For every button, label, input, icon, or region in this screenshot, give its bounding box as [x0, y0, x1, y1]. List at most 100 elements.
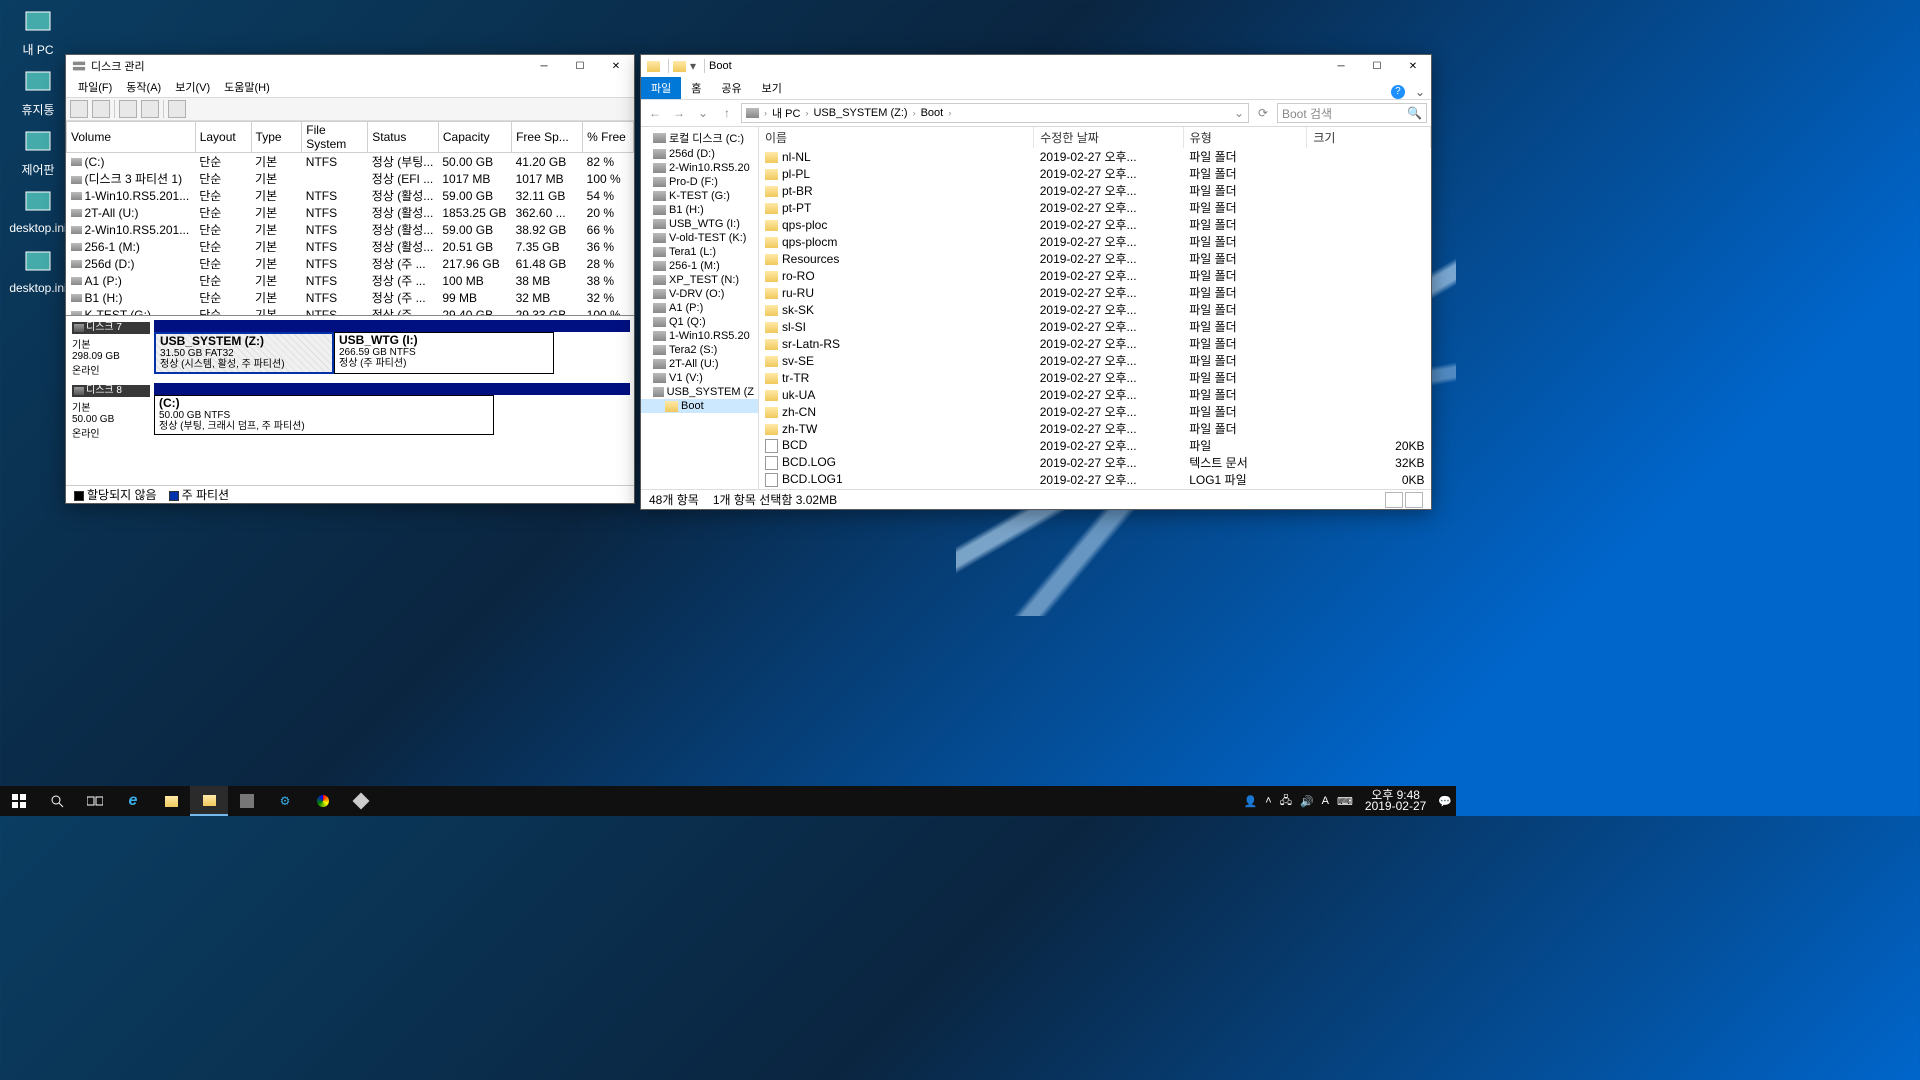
volume-row[interactable]: (디스크 3 파티션 1)단순기본정상 (EFI ...1017 MB1017 …: [67, 170, 634, 187]
disk-graphic-panel[interactable]: 디스크 7기본298.09 GB온라인USB_SYSTEM (Z:)31.50 …: [66, 315, 634, 485]
ribbon-expand-icon[interactable]: ⌄: [1409, 85, 1431, 99]
column-header[interactable]: Status: [368, 122, 439, 153]
tree-item[interactable]: 2T-All (U:): [641, 357, 758, 371]
minimize-button[interactable]: ─: [526, 55, 562, 77]
disk-row[interactable]: 디스크 8기본50.00 GB온라인(C:)50.00 GB NTFS정상 (부…: [70, 383, 630, 442]
file-row[interactable]: pl-PL2019-02-27 오후...파일 폴더: [759, 165, 1431, 182]
help-icon[interactable]: ?: [1391, 85, 1405, 99]
file-row[interactable]: tr-TR2019-02-27 오후...파일 폴더: [759, 369, 1431, 386]
tree-item[interactable]: Pro-D (F:): [641, 175, 758, 189]
partition[interactable]: USB_WTG (I:)266.59 GB NTFS정상 (주 파티션): [334, 332, 554, 374]
maximize-button[interactable]: ☐: [562, 55, 598, 77]
tree-item[interactable]: A1 (P:): [641, 301, 758, 315]
maximize-button[interactable]: ☐: [1359, 55, 1395, 77]
column-header[interactable]: Type: [251, 122, 302, 153]
volume-list[interactable]: VolumeLayoutTypeFile SystemStatusCapacit…: [66, 121, 634, 315]
desktop-icon-0[interactable]: 내 PC: [8, 6, 68, 58]
column-header[interactable]: Layout: [195, 122, 251, 153]
column-header[interactable]: % Free: [583, 122, 634, 153]
desktop-icon-1[interactable]: 휴지통: [8, 66, 68, 118]
column-header[interactable]: 이름: [759, 127, 1034, 148]
file-row[interactable]: uk-UA2019-02-27 오후...파일 폴더: [759, 386, 1431, 403]
ime-icon[interactable]: ⌨: [1333, 795, 1357, 808]
volume-row[interactable]: 2T-All (U:)단순기본NTFS정상 (활성...1853.25 GB36…: [67, 204, 634, 221]
menu-item[interactable]: 도움말(H): [218, 77, 276, 97]
column-header[interactable]: Free Sp...: [512, 122, 583, 153]
file-row[interactable]: qps-ploc2019-02-27 오후...파일 폴더: [759, 216, 1431, 233]
menu-item[interactable]: 보기(V): [169, 77, 216, 97]
nav-forward-button[interactable]: →: [669, 103, 689, 123]
tree-item-selected[interactable]: Boot: [641, 399, 758, 413]
menu-item[interactable]: 동작(A): [120, 77, 167, 97]
volume-row[interactable]: B1 (H:)단순기본NTFS정상 (주 ...99 MB32 MB32 %: [67, 289, 634, 306]
close-button[interactable]: ✕: [598, 55, 634, 77]
tree-item[interactable]: 1-Win10.RS5.20: [641, 329, 758, 343]
file-row[interactable]: sr-Latn-RS2019-02-27 오후...파일 폴더: [759, 335, 1431, 352]
tree-item[interactable]: Q1 (Q:): [641, 315, 758, 329]
titlebar[interactable]: 디스크 관리 ─ ☐ ✕: [66, 55, 634, 77]
file-list[interactable]: 이름수정한 날짜유형크기 nl-NL2019-02-27 오후...파일 폴더p…: [759, 127, 1431, 489]
close-button[interactable]: ✕: [1395, 55, 1431, 77]
file-row[interactable]: pt-BR2019-02-27 오후...파일 폴더: [759, 182, 1431, 199]
tree-item[interactable]: V-DRV (O:): [641, 287, 758, 301]
file-row[interactable]: sv-SE2019-02-27 오후...파일 폴더: [759, 352, 1431, 369]
start-button[interactable]: [0, 786, 38, 816]
file-row[interactable]: sl-SI2019-02-27 오후...파일 폴더: [759, 318, 1431, 335]
breadcrumb-segment[interactable]: 내 PC: [772, 105, 800, 121]
desktop-icon-2[interactable]: 제어판: [8, 126, 68, 178]
explorer-active-button[interactable]: [190, 786, 228, 816]
people-icon[interactable]: 👤: [1240, 795, 1262, 808]
tree-item[interactable]: V1 (V:): [641, 371, 758, 385]
volume-row[interactable]: (C:)단순기본NTFS정상 (부팅...50.00 GB41.20 GB82 …: [67, 153, 634, 171]
menu-item[interactable]: 파일(F): [72, 77, 118, 97]
partition[interactable]: (C:)50.00 GB NTFS정상 (부팅, 크래시 덤프, 주 파티션): [154, 395, 494, 435]
partition[interactable]: USB_SYSTEM (Z:)31.50 GB FAT32정상 (시스템, 활성…: [154, 332, 334, 374]
tree-item[interactable]: B1 (H:): [641, 203, 758, 217]
volume-row[interactable]: 2-Win10.RS5.201...단순기본NTFS정상 (활성...59.00…: [67, 221, 634, 238]
breadcrumb-segment[interactable]: USB_SYSTEM (Z:): [813, 107, 907, 119]
tree-item[interactable]: USB_WTG (I:): [641, 217, 758, 231]
volume-row[interactable]: 256-1 (M:)단순기본NTFS정상 (활성...20.51 GB7.35 …: [67, 238, 634, 255]
column-header[interactable]: 유형: [1183, 127, 1307, 148]
app-button-3[interactable]: [342, 786, 380, 816]
ie-button[interactable]: e: [114, 786, 152, 816]
tray-overflow-icon[interactable]: ˄: [1261, 795, 1275, 807]
address-dropdown-icon[interactable]: ⌄: [1234, 106, 1244, 120]
tree-item[interactable]: 2-Win10.RS5.20: [641, 161, 758, 175]
search-button[interactable]: [38, 786, 76, 816]
tree-item[interactable]: 256-1 (M:): [641, 259, 758, 273]
properties-button[interactable]: [141, 100, 159, 118]
tree-item[interactable]: XP_TEST (N:): [641, 273, 758, 287]
settings-button[interactable]: ⚙: [266, 786, 304, 816]
volume-row[interactable]: 1-Win10.RS5.201...단순기본NTFS정상 (활성...59.00…: [67, 187, 634, 204]
volume-row[interactable]: 256d (D:)단순기본NTFS정상 (주 ...217.96 GB61.48…: [67, 255, 634, 272]
file-row[interactable]: BCD.LOG12019-02-27 오후...LOG1 파일0KB: [759, 471, 1431, 488]
tree-item[interactable]: K-TEST (G:): [641, 189, 758, 203]
file-row[interactable]: ro-RO2019-02-27 오후...파일 폴더: [759, 267, 1431, 284]
volume-icon[interactable]: 🔊: [1296, 795, 1318, 808]
ribbon-tab-보기[interactable]: 보기: [752, 77, 792, 99]
network-icon[interactable]: 🖧: [1276, 792, 1296, 811]
tree-item[interactable]: Tera2 (S:): [641, 343, 758, 357]
search-input[interactable]: Boot 검색 🔍: [1277, 103, 1427, 123]
column-header[interactable]: 크기: [1307, 127, 1431, 148]
file-row[interactable]: zh-CN2019-02-27 오후...파일 폴더: [759, 403, 1431, 420]
view-details-button[interactable]: [1385, 492, 1403, 508]
file-row[interactable]: pt-PT2019-02-27 오후...파일 폴더: [759, 199, 1431, 216]
column-header[interactable]: File System: [302, 122, 368, 153]
tree-item[interactable]: Tera1 (L:): [641, 245, 758, 259]
nav-history-button[interactable]: ⌄: [693, 103, 713, 123]
file-row[interactable]: nl-NL2019-02-27 오후...파일 폴더: [759, 148, 1431, 165]
titlebar[interactable]: ▾ Boot ─ ☐ ✕: [641, 55, 1431, 77]
tree-item[interactable]: USB_SYSTEM (Z: [641, 385, 758, 399]
column-header[interactable]: 수정한 날짜: [1034, 127, 1183, 148]
refresh-button[interactable]: [119, 100, 137, 118]
action-center-icon[interactable]: 💬: [1434, 795, 1456, 808]
ribbon-tab-파일[interactable]: 파일: [641, 77, 681, 99]
clock[interactable]: 오후 9:48 2019-02-27: [1357, 790, 1434, 812]
breadcrumb-segment[interactable]: Boot: [921, 107, 944, 119]
app-button-2[interactable]: [304, 786, 342, 816]
file-row[interactable]: sk-SK2019-02-27 오후...파일 폴더: [759, 301, 1431, 318]
breadcrumb[interactable]: ›내 PC›USB_SYSTEM (Z:)›Boot›⌄: [741, 103, 1249, 123]
app-button-1[interactable]: [228, 786, 266, 816]
